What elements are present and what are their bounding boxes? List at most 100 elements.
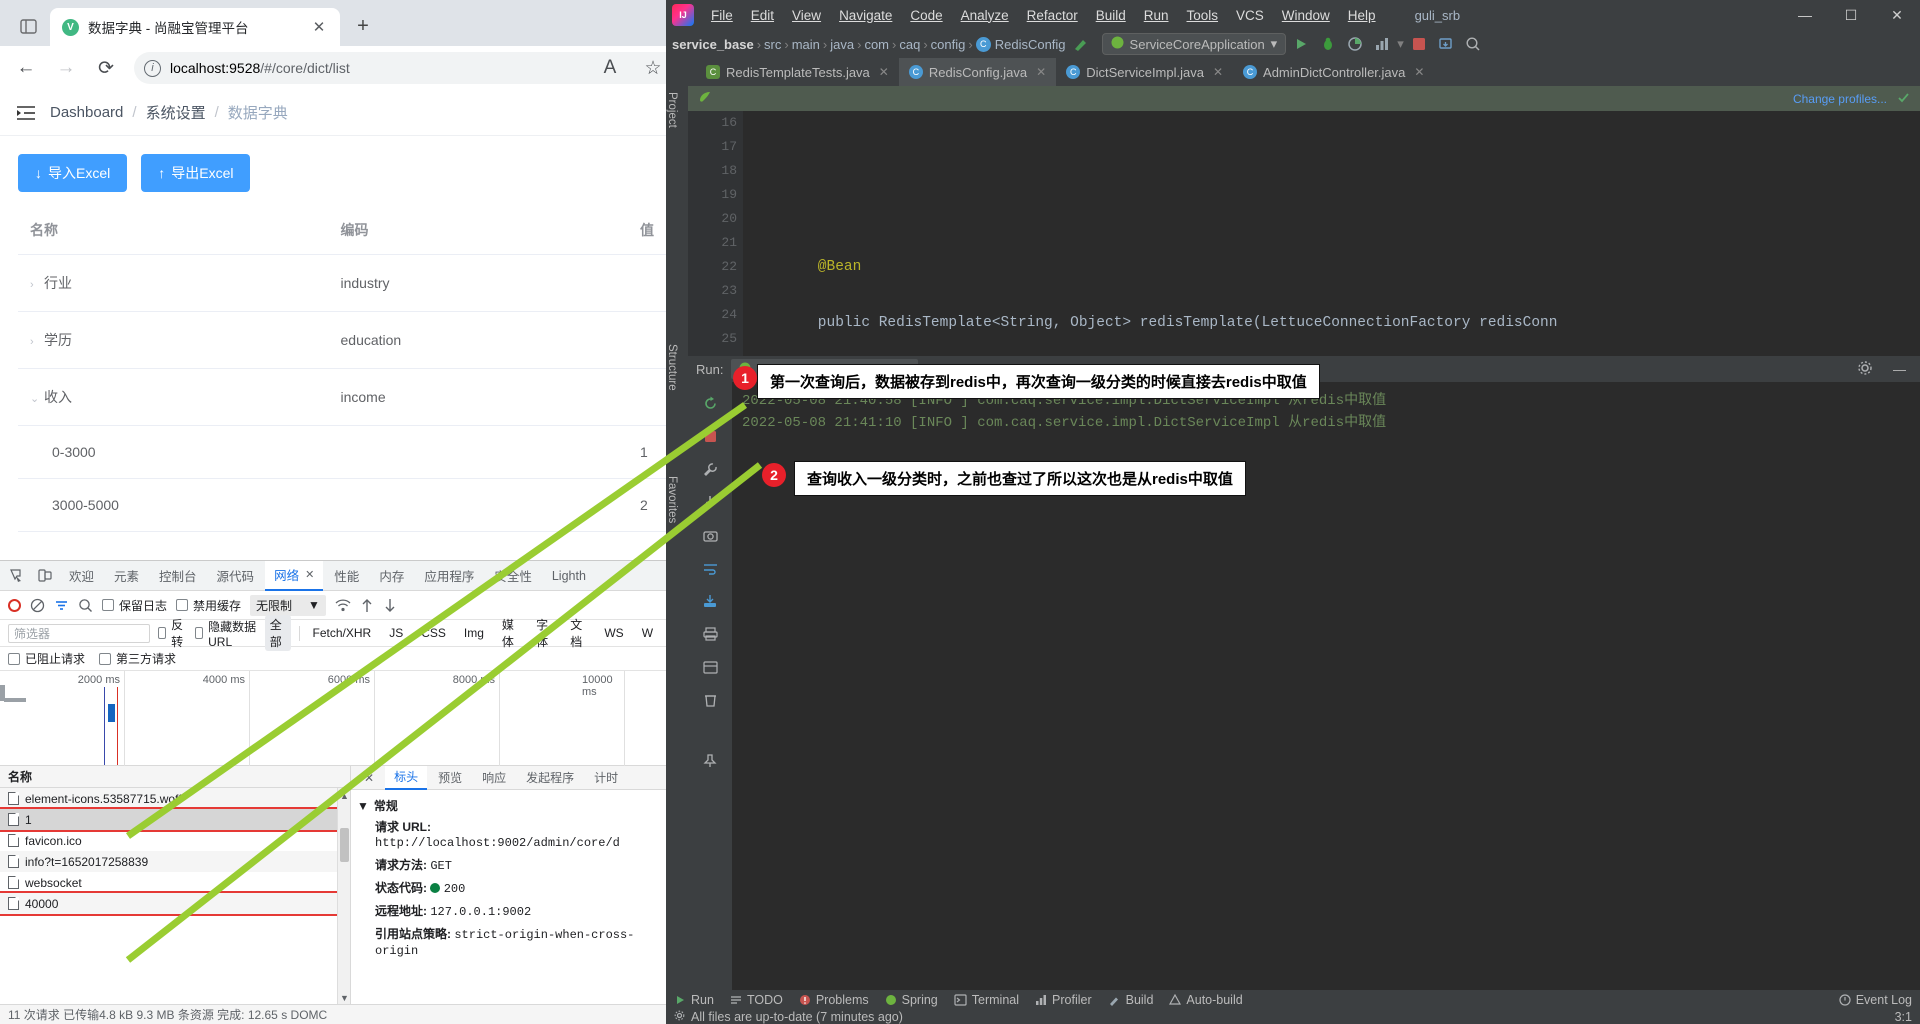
detail-tab-preview[interactable]: 预览 bbox=[429, 766, 471, 790]
expand-caret-icon[interactable]: › bbox=[30, 336, 44, 348]
filter-type-css[interactable]: CSS bbox=[416, 625, 451, 641]
download-console-icon[interactable] bbox=[699, 590, 721, 612]
blocked-requests-checkbox[interactable]: 已阻止请求 bbox=[8, 650, 85, 667]
menu-build[interactable]: Build bbox=[1087, 0, 1135, 30]
code-editor[interactable]: Change profiles... 16 17 18 19 20 21 22 … bbox=[688, 86, 1920, 356]
nav-crumb-module[interactable]: service_base bbox=[672, 37, 754, 52]
nav-crumb-config[interactable]: config bbox=[931, 37, 966, 52]
menu-toggle-icon[interactable] bbox=[16, 105, 36, 121]
filter-type-img[interactable]: Img bbox=[459, 625, 489, 641]
checkbox-icon[interactable] bbox=[157, 627, 167, 639]
nav-crumb-java[interactable]: java bbox=[830, 37, 854, 52]
list-item[interactable]: info?t=1652017258839 bbox=[0, 851, 350, 872]
hide-data-urls-checkbox[interactable]: 隐藏数据 URL bbox=[194, 618, 257, 649]
detail-tab-response[interactable]: 响应 bbox=[473, 766, 515, 790]
menu-vcs[interactable]: VCS bbox=[1227, 0, 1273, 30]
expand-caret-icon[interactable]: › bbox=[30, 279, 44, 291]
status-problems[interactable]: Problems bbox=[799, 993, 869, 1007]
import-har-icon[interactable] bbox=[360, 598, 374, 613]
clear-icon[interactable] bbox=[30, 598, 45, 613]
devtools-tab-elements[interactable]: 元素 bbox=[105, 561, 148, 591]
print-icon[interactable] bbox=[699, 623, 721, 645]
run-icon[interactable] bbox=[1289, 32, 1313, 56]
profile-icon[interactable] bbox=[1370, 32, 1394, 56]
menu-navigate[interactable]: Navigate bbox=[830, 0, 901, 30]
export-excel-button[interactable]: ↑ 导出Excel bbox=[141, 154, 251, 192]
menu-refactor[interactable]: Refactor bbox=[1018, 0, 1087, 30]
throttle-select[interactable]: 无限制 ▼ bbox=[250, 594, 326, 616]
menu-help[interactable]: Help bbox=[1339, 0, 1385, 30]
nav-crumb-com[interactable]: com bbox=[864, 37, 889, 52]
record-icon[interactable] bbox=[8, 598, 21, 612]
search-everywhere-icon[interactable] bbox=[1461, 32, 1485, 56]
rerun-icon[interactable] bbox=[699, 392, 721, 414]
menu-view[interactable]: View bbox=[783, 0, 830, 30]
status-todo[interactable]: TODO bbox=[730, 993, 783, 1007]
status-build[interactable]: Build bbox=[1108, 993, 1153, 1007]
close-icon[interactable]: ✕ bbox=[305, 568, 314, 581]
status-spring[interactable]: Spring bbox=[885, 993, 938, 1007]
devtools-tab-memory[interactable]: 内存 bbox=[370, 561, 413, 591]
run-configuration-selector[interactable]: ServiceCoreApplication ▾ bbox=[1101, 33, 1287, 55]
cell-name[interactable]: › 行业 bbox=[18, 254, 328, 312]
scroll-down-icon[interactable]: ▼ bbox=[339, 992, 350, 1003]
chevron-down-icon[interactable]: ▾ bbox=[1271, 36, 1278, 52]
event-log-button[interactable]: Event Log bbox=[1839, 993, 1912, 1007]
new-tab-button[interactable]: + bbox=[346, 9, 380, 43]
import-excel-button[interactable]: ↓ 导入Excel bbox=[18, 154, 128, 192]
collapse-caret-icon[interactable]: ⌄ bbox=[30, 392, 44, 405]
trash-icon[interactable] bbox=[699, 689, 721, 711]
editor-code-area[interactable]: @Bean public RedisTemplate<String, Objec… bbox=[743, 111, 1920, 356]
detail-tab-initiator[interactable]: 发起程序 bbox=[517, 766, 583, 790]
hide-tool-window-icon[interactable]: — bbox=[1893, 362, 1906, 377]
soft-wrap-icon[interactable] bbox=[699, 557, 721, 579]
editor-tab-redistemplatetests[interactable]: C RedisTemplateTests.java ✕ bbox=[696, 58, 899, 86]
editor-gutter[interactable]: 16 17 18 19 20 21 22 23 24 25 bbox=[688, 111, 743, 356]
status-run[interactable]: Run bbox=[674, 993, 714, 1007]
tool-window-structure[interactable]: Structure bbox=[666, 338, 678, 391]
column-header-code[interactable]: 编码 bbox=[327, 206, 628, 255]
devtools-tab-sources[interactable]: 源代码 bbox=[208, 561, 264, 591]
search-icon[interactable] bbox=[78, 598, 93, 613]
tool-window-favorites[interactable]: Favorites bbox=[666, 470, 678, 523]
checkbox-icon[interactable] bbox=[99, 652, 112, 665]
build-hammer-icon[interactable] bbox=[1069, 32, 1093, 56]
address-bar[interactable]: i localhost:9528/#/core/dict/list A ☆ bbox=[134, 52, 681, 84]
minimize-button[interactable]: — bbox=[1782, 0, 1828, 30]
run-with-coverage-icon[interactable] bbox=[1343, 32, 1367, 56]
scroll-up-icon[interactable]: ▲ bbox=[339, 790, 350, 801]
nav-crumb-main[interactable]: main bbox=[792, 37, 820, 52]
filter-icon[interactable] bbox=[54, 598, 69, 613]
filter-type-doc[interactable]: 文档 bbox=[565, 615, 591, 651]
list-item[interactable]: 1 bbox=[0, 807, 350, 832]
close-icon[interactable]: ✕ bbox=[1414, 65, 1424, 79]
close-icon[interactable]: ✕ bbox=[355, 766, 383, 790]
camera-icon[interactable] bbox=[699, 524, 721, 546]
wrench-icon[interactable] bbox=[699, 458, 721, 480]
nav-crumb-src[interactable]: src bbox=[764, 37, 781, 52]
disable-cache-checkbox[interactable]: 禁用缓存 bbox=[176, 597, 241, 614]
close-icon[interactable]: ✕ bbox=[1036, 65, 1046, 79]
inspect-element-icon[interactable] bbox=[4, 564, 30, 588]
debug-icon[interactable] bbox=[1316, 32, 1340, 56]
menu-analyze[interactable]: Analyze bbox=[952, 0, 1018, 30]
wifi-icon[interactable] bbox=[335, 598, 351, 612]
list-item[interactable]: websocket bbox=[0, 872, 350, 893]
change-profiles-link[interactable]: Change profiles... bbox=[1793, 92, 1887, 106]
filter-type-ws[interactable]: WS bbox=[599, 625, 628, 641]
filter-type-all[interactable]: 全部 bbox=[264, 615, 291, 651]
menu-edit[interactable]: Edit bbox=[742, 0, 783, 30]
third-party-requests-checkbox[interactable]: 第三方请求 bbox=[99, 650, 176, 667]
filter-type-media[interactable]: 媒体 bbox=[497, 615, 523, 651]
breadcrumb-item-0[interactable]: Dashboard bbox=[50, 104, 123, 121]
devtools-tab-console[interactable]: 控制台 bbox=[150, 561, 206, 591]
export-har-icon[interactable] bbox=[383, 598, 397, 613]
forward-icon[interactable]: → bbox=[48, 50, 84, 86]
general-section-header[interactable]: ▼ 常规 bbox=[357, 797, 660, 814]
network-overview[interactable]: 2000 ms 4000 ms 6000 ms 8000 ms 10000 ms bbox=[0, 671, 666, 766]
status-profiler[interactable]: Profiler bbox=[1035, 993, 1092, 1007]
devtools-tab-application[interactable]: 应用程序 bbox=[415, 561, 483, 591]
editor-tab-admindictcontroller[interactable]: C AdminDictController.java ✕ bbox=[1233, 58, 1434, 86]
stop-icon[interactable] bbox=[699, 425, 721, 447]
devtools-tab-welcome[interactable]: 欢迎 bbox=[60, 561, 103, 591]
